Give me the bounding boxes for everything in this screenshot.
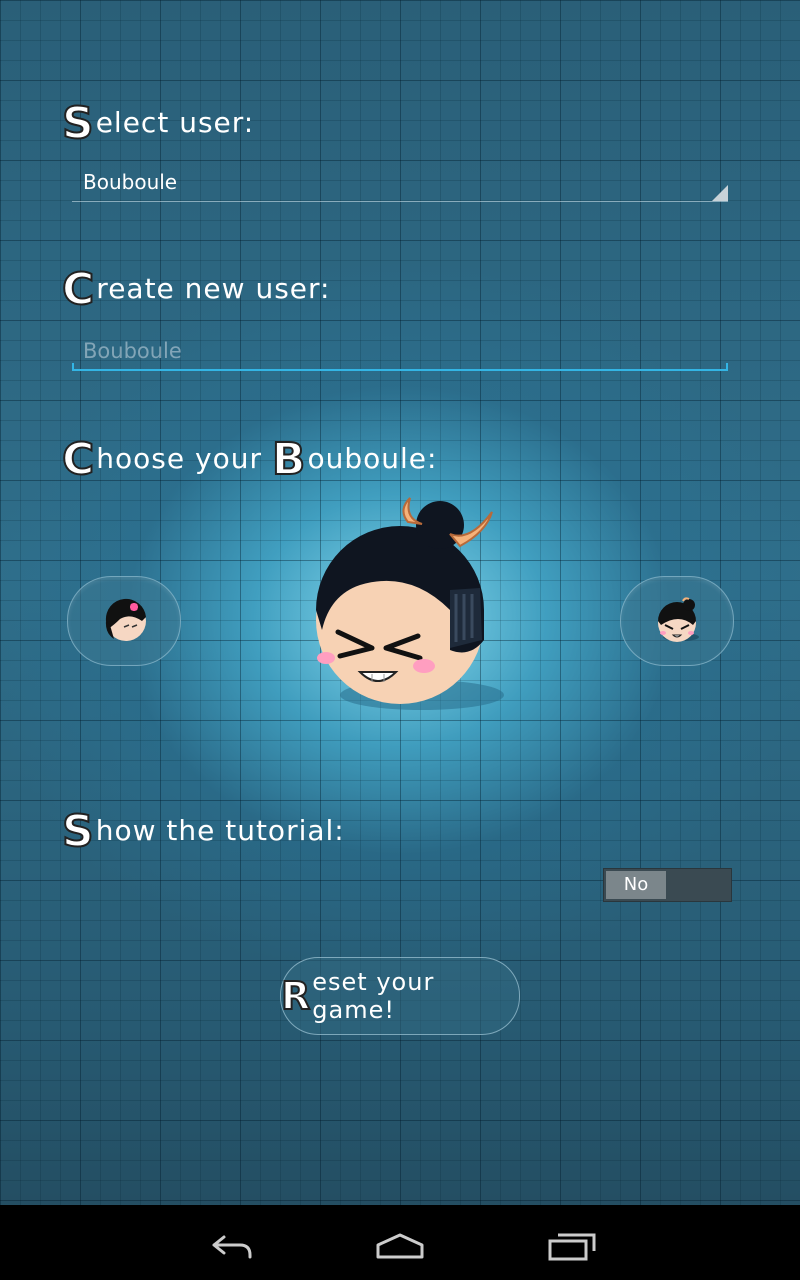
back-icon[interactable] <box>200 1225 260 1265</box>
new-user-input[interactable] <box>72 333 725 369</box>
recent-apps-icon[interactable] <box>542 1225 602 1265</box>
button-initial: R <box>280 973 312 1019</box>
home-icon[interactable] <box>370 1225 430 1265</box>
user-select-dropdown[interactable]: Bouboule <box>72 165 728 202</box>
selected-bouboule-character <box>316 497 504 710</box>
heading-initial: C <box>61 264 96 315</box>
reset-game-button[interactable]: Reset your game! <box>280 957 520 1035</box>
heading-initial: S <box>61 98 95 149</box>
create-user-heading: Create new user: <box>61 264 331 315</box>
heading-text: reate new user: <box>96 272 331 305</box>
heading-text: how the tutorial: <box>95 814 345 847</box>
toggle-knob-label: No <box>606 871 666 899</box>
heading-initial-b: B <box>271 434 307 485</box>
previous-character-button[interactable] <box>67 576 181 666</box>
select-user-heading: Select user: <box>61 98 255 149</box>
new-user-field-wrapper <box>72 333 728 371</box>
button-label: eset your game! <box>312 968 435 1024</box>
next-character-button[interactable] <box>620 576 734 666</box>
choose-bouboule-heading: Choose your Bouboule: <box>61 434 438 485</box>
tutorial-toggle[interactable]: No <box>603 868 732 902</box>
boy-character-icon <box>658 597 699 642</box>
system-navigation-bar <box>0 1205 800 1280</box>
girl-character-icon <box>105 598 146 641</box>
tutorial-heading: Show the tutorial: <box>61 806 345 857</box>
heading-text: elect user: <box>95 106 255 139</box>
selected-user: Bouboule <box>83 170 178 194</box>
heading-text-rest: ouboule: <box>307 442 438 475</box>
dropdown-arrow-icon <box>712 185 728 201</box>
heading-initial: C <box>61 434 96 485</box>
heading-initial: S <box>61 806 95 857</box>
heading-text: hoose your <box>96 442 272 475</box>
